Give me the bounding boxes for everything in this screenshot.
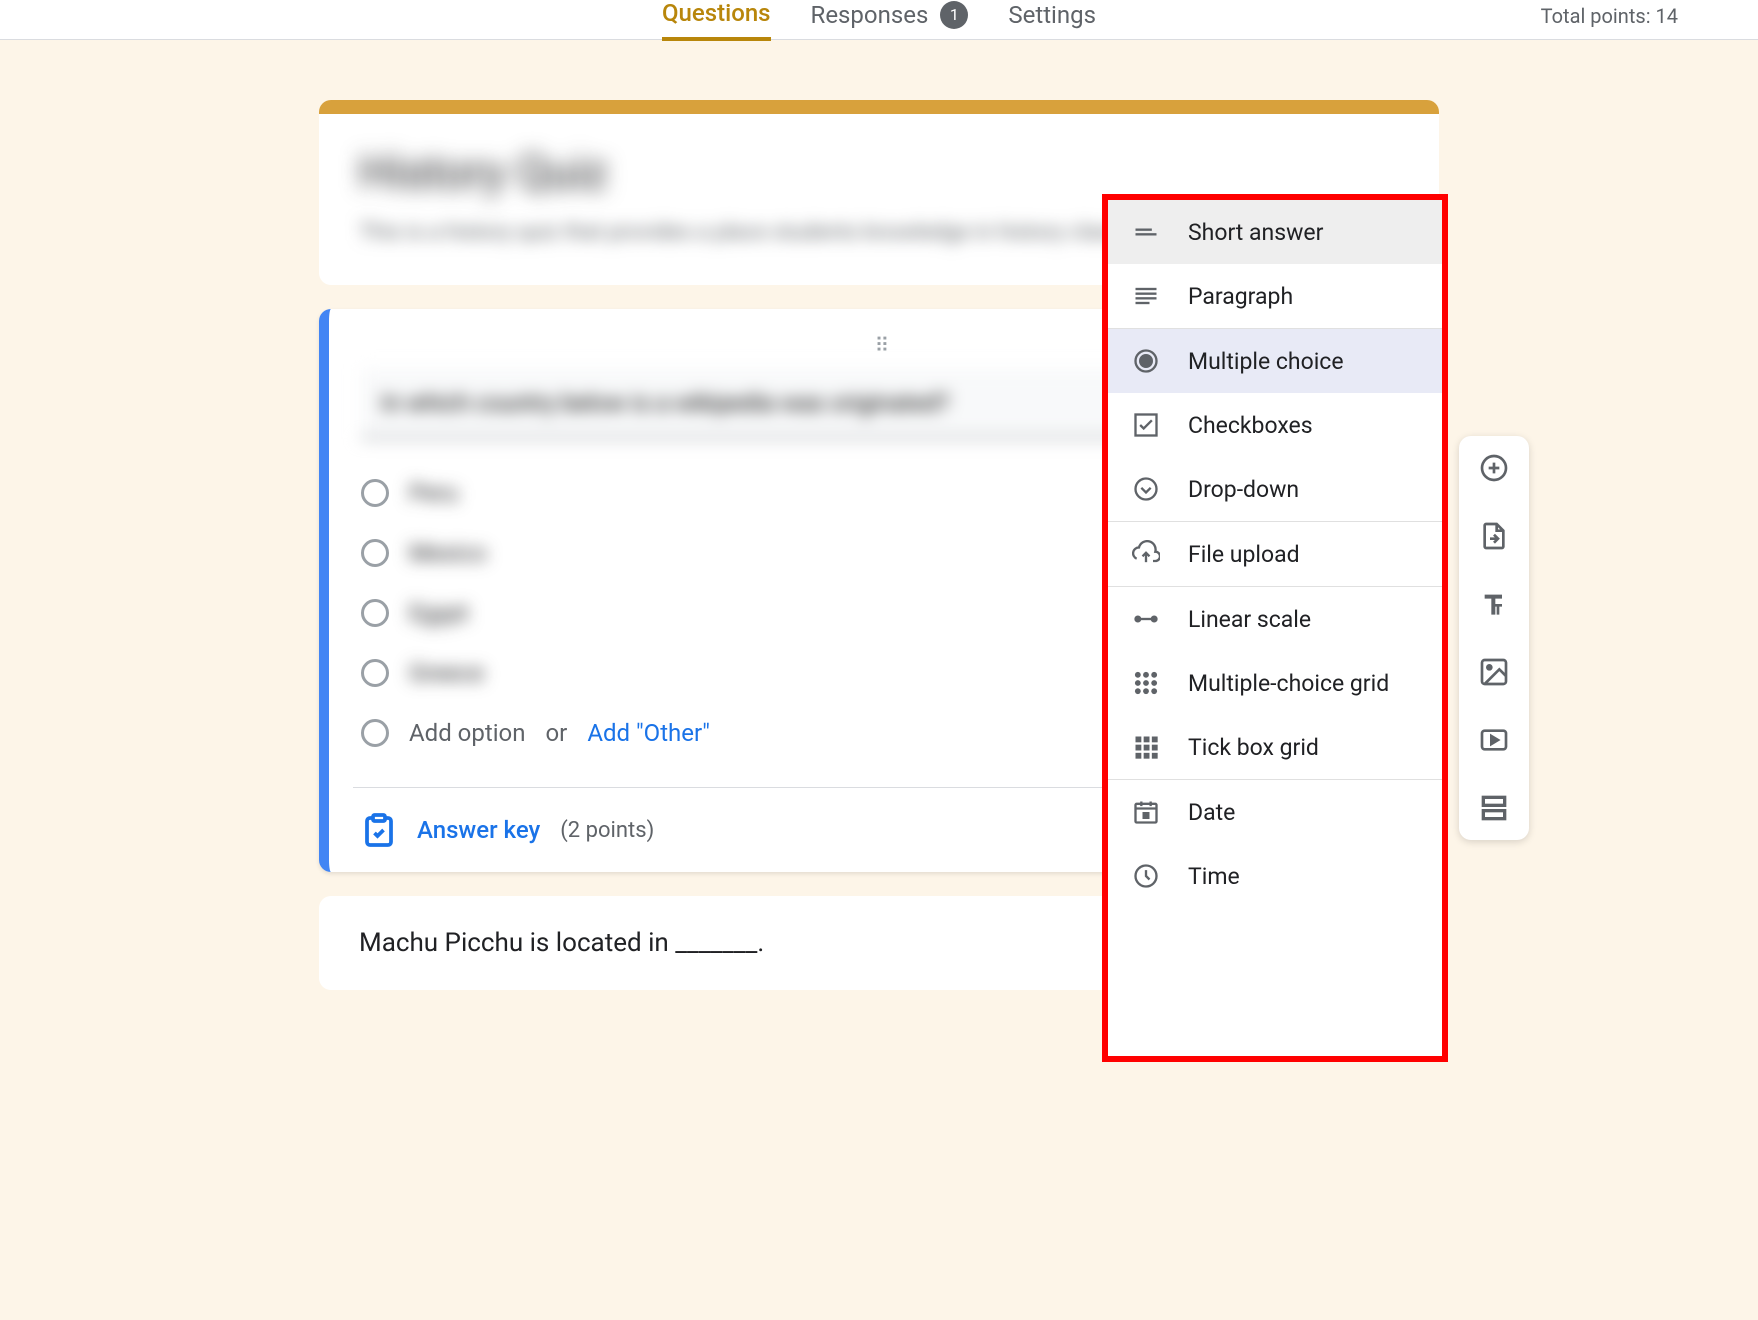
radio-icon <box>361 479 389 507</box>
dropdown-icon <box>1132 475 1160 503</box>
linear-scale-icon <box>1132 605 1160 633</box>
menu-item-date[interactable]: Date <box>1108 780 1442 844</box>
menu-item-paragraph[interactable]: Paragraph <box>1108 264 1442 328</box>
menu-label: Drop-down <box>1188 476 1299 503</box>
menu-label: File upload <box>1188 541 1300 568</box>
tabs: Questions Responses 1 Settings <box>662 0 1096 41</box>
short-answer-icon <box>1132 218 1160 246</box>
option-text[interactable]: Mexico <box>409 539 487 567</box>
radio-icon <box>1132 347 1160 375</box>
menu-label: Multiple choice <box>1188 348 1344 375</box>
menu-item-multiple-choice[interactable]: Multiple choice <box>1108 329 1442 393</box>
option-text[interactable]: Greece <box>409 659 484 687</box>
square-grid-icon <box>1132 733 1160 761</box>
top-bar: Questions Responses 1 Settings Total poi… <box>0 0 1758 40</box>
add-video-icon[interactable] <box>1474 720 1514 760</box>
import-questions-icon[interactable] <box>1474 516 1514 556</box>
total-points-label: Total points: 14 <box>1541 4 1678 28</box>
menu-label: Multiple-choice grid <box>1188 670 1389 697</box>
radio-icon <box>361 539 389 567</box>
add-section-icon[interactable] <box>1474 788 1514 828</box>
menu-label: Checkboxes <box>1188 412 1313 439</box>
menu-item-file-upload[interactable]: File upload <box>1108 522 1442 586</box>
menu-item-tick-grid[interactable]: Tick box grid <box>1108 715 1442 779</box>
calendar-icon <box>1132 798 1160 826</box>
add-title-icon[interactable] <box>1474 584 1514 624</box>
tab-settings[interactable]: Settings <box>1008 1 1096 39</box>
menu-item-dropdown[interactable]: Drop-down <box>1108 457 1442 521</box>
add-option-button[interactable]: Add option <box>409 719 525 747</box>
menu-label: Paragraph <box>1188 283 1293 310</box>
add-other-button[interactable]: Add "Other" <box>587 719 710 747</box>
menu-item-linear-scale[interactable]: Linear scale <box>1108 587 1442 651</box>
radio-icon <box>361 659 389 687</box>
menu-item-short-answer[interactable]: Short answer <box>1108 200 1442 264</box>
paragraph-icon <box>1132 282 1160 310</box>
responses-count-badge: 1 <box>940 1 968 29</box>
menu-label: Linear scale <box>1188 606 1311 633</box>
form-title[interactable]: History Quiz <box>359 146 1399 200</box>
tab-questions[interactable]: Questions <box>662 0 771 41</box>
side-toolbar <box>1459 436 1529 840</box>
menu-label: Date <box>1188 799 1235 826</box>
menu-label: Time <box>1188 863 1240 890</box>
menu-label: Tick box grid <box>1188 734 1319 761</box>
option-text[interactable]: Egypt <box>409 599 469 627</box>
upload-icon <box>1132 540 1160 568</box>
radio-icon <box>361 719 389 747</box>
dot-grid-icon <box>1132 669 1160 697</box>
menu-item-mc-grid[interactable]: Multiple-choice grid <box>1108 651 1442 715</box>
add-image-icon[interactable] <box>1474 652 1514 692</box>
tab-responses-label: Responses <box>811 1 929 29</box>
option-text[interactable]: Peru <box>409 479 458 507</box>
clock-icon <box>1132 862 1160 890</box>
question-type-menu: Short answer Paragraph Multiple choice <box>1102 194 1448 1062</box>
radio-icon <box>361 599 389 627</box>
points-label: (2 points) <box>560 818 654 843</box>
menu-label: Short answer <box>1188 219 1323 246</box>
tab-responses[interactable]: Responses 1 <box>811 1 969 39</box>
or-label: or <box>545 719 567 747</box>
menu-item-time[interactable]: Time <box>1108 844 1442 908</box>
form-canvas: History Quiz This is a history quiz that… <box>319 100 1439 990</box>
answer-key-icon <box>361 812 397 848</box>
menu-item-checkboxes[interactable]: Checkboxes <box>1108 393 1442 457</box>
checkbox-icon <box>1132 411 1160 439</box>
add-question-icon[interactable] <box>1474 448 1514 488</box>
answer-key-button[interactable]: Answer key <box>417 816 540 844</box>
